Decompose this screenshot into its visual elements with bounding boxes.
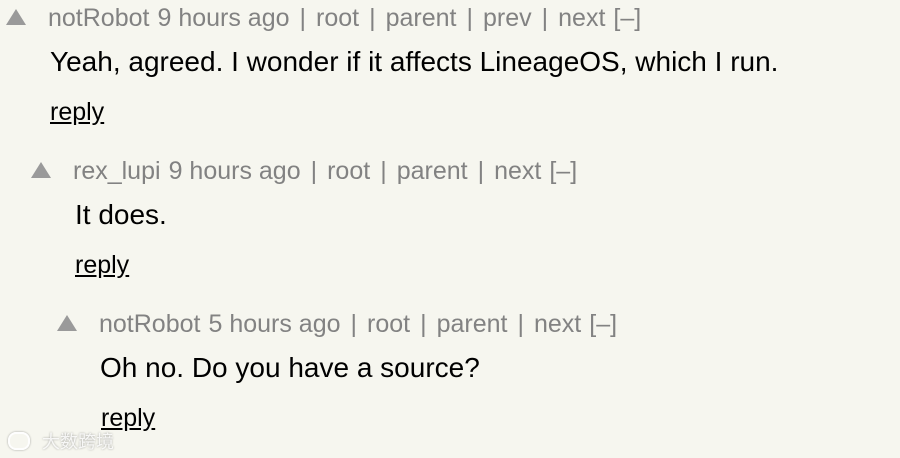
reply-link[interactable]: reply: [75, 251, 129, 280]
separator: |: [466, 3, 474, 32]
upvote-arrow-icon[interactable]: [6, 9, 26, 25]
prev-link[interactable]: prev: [483, 4, 532, 33]
comment-age-link[interactable]: 9 hours ago: [169, 157, 301, 186]
comment-age-link[interactable]: 5 hours ago: [208, 310, 340, 339]
parent-link[interactable]: parent: [386, 4, 457, 33]
separator: |: [369, 3, 376, 32]
next-link[interactable]: next: [494, 157, 541, 186]
separator: |: [541, 3, 549, 32]
username-link[interactable]: notRobot: [99, 310, 200, 339]
parent-link[interactable]: parent: [437, 310, 508, 339]
parent-link[interactable]: parent: [397, 157, 468, 186]
comment-text: It does.: [75, 199, 167, 230]
root-link[interactable]: root: [327, 157, 370, 186]
next-link[interactable]: next: [558, 4, 605, 33]
username-link[interactable]: rex_lupi: [73, 157, 161, 186]
comment-age-link[interactable]: 9 hours ago: [157, 4, 289, 33]
separator: |: [380, 156, 387, 185]
comment-text: Yeah, agreed. I wonder if it affects Lin…: [50, 46, 779, 77]
comment-meta: notRobot 9 hours ago | root | parent | p…: [6, 2, 641, 34]
logo-icon: [8, 432, 30, 450]
separator: |: [420, 309, 427, 338]
comment-meta: notRobot 5 hours ago | root | parent | n…: [57, 308, 617, 340]
comment-text: Oh no. Do you have a source?: [100, 352, 480, 383]
upvote-arrow-icon[interactable]: [31, 162, 51, 178]
separator: |: [299, 3, 307, 32]
separator: |: [350, 309, 358, 338]
next-link[interactable]: next: [534, 310, 581, 339]
watermark-text: 大数跨境: [42, 432, 114, 452]
comment-meta: rex_lupi 9 hours ago | root | parent | n…: [31, 155, 577, 187]
root-link[interactable]: root: [367, 310, 410, 339]
username-link[interactable]: notRobot: [48, 4, 149, 33]
watermark: 大数跨境: [8, 428, 114, 454]
collapse-toggle[interactable]: [–]: [613, 4, 641, 33]
collapse-toggle[interactable]: [–]: [549, 157, 577, 186]
separator: |: [477, 156, 485, 185]
separator: |: [517, 309, 525, 338]
root-link[interactable]: root: [316, 4, 359, 33]
reply-link[interactable]: reply: [50, 98, 104, 127]
separator: |: [310, 156, 318, 185]
collapse-toggle[interactable]: [–]: [589, 310, 617, 339]
upvote-arrow-icon[interactable]: [57, 315, 77, 331]
